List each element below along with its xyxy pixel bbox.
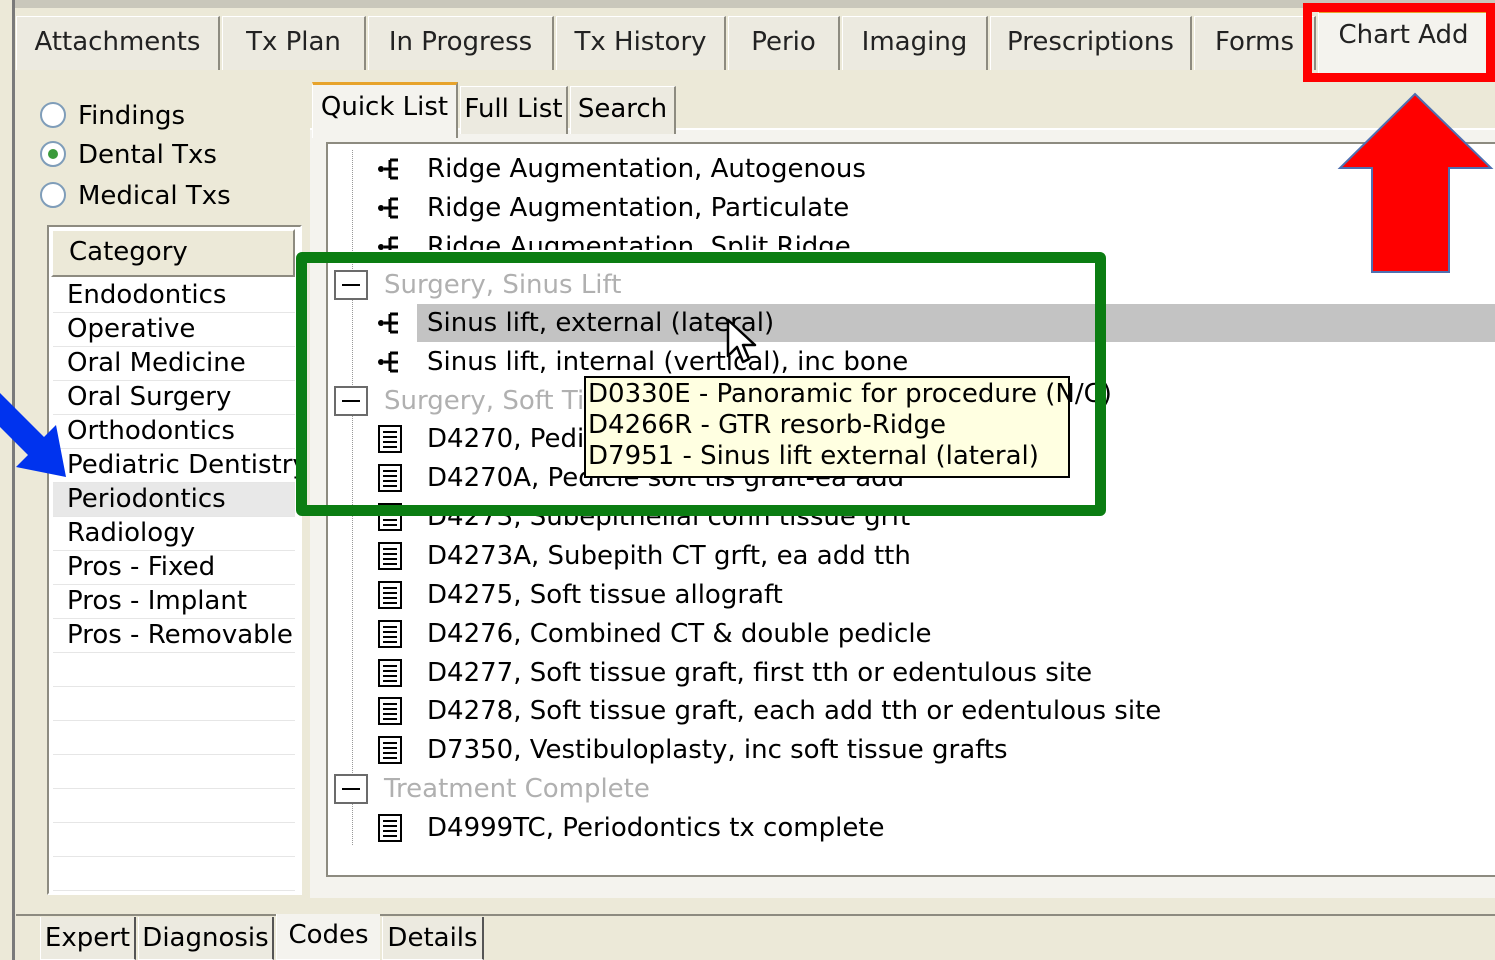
tree-item-label: Ridge Augmentation, Autogenous — [427, 154, 866, 184]
procedure-group-icon — [378, 158, 398, 180]
tree-item-label: D4273A, Subepith CT grft, ea add tth — [427, 541, 911, 571]
radio-button[interactable] — [40, 141, 66, 167]
tab-search[interactable]: Search — [570, 86, 676, 134]
tree-item[interactable]: D4999TC, Periodontics tx complete — [360, 809, 1495, 847]
category-empty-row — [53, 687, 295, 721]
radio-button[interactable] — [40, 182, 66, 208]
procedure-code-icon — [378, 736, 402, 764]
tab-quick-list[interactable]: Quick List — [312, 82, 458, 138]
radio-label: Medical Txs — [78, 181, 231, 211]
tab-codes[interactable]: Codes — [276, 914, 380, 960]
tree-item-label: D4278, Soft tissue graft, each add tth o… — [427, 696, 1162, 726]
radio-label: Findings — [78, 101, 186, 131]
category-item-radiology[interactable]: Radiology — [53, 517, 295, 551]
category-item-operative[interactable]: Operative — [53, 313, 295, 347]
category-item-pros-implant[interactable]: Pros - Implant — [53, 585, 295, 619]
radio-label: Dental Txs — [78, 140, 217, 170]
procedure-group-icon — [378, 197, 398, 219]
tree-item-label: D4275, Soft tissue allograft — [427, 580, 783, 610]
tree-item-label: D4277, Soft tissue graft, first tth or e… — [427, 658, 1093, 688]
tab-imaging[interactable]: Imaging — [842, 16, 988, 70]
category-empty-row — [53, 755, 295, 789]
tree-item[interactable]: Ridge Augmentation, Autogenous — [360, 150, 1495, 188]
tab-tx-plan[interactable]: Tx Plan — [222, 16, 366, 70]
tree-item[interactable]: D4278, Soft tissue graft, each add tth o… — [360, 692, 1495, 730]
tab-attachments[interactable]: Attachments — [16, 16, 220, 70]
category-item-oral-surgery[interactable]: Oral Surgery — [53, 381, 295, 415]
category-item-orthodontics[interactable]: Orthodontics — [53, 415, 295, 449]
category-item-pros-fixed[interactable]: Pros - Fixed — [53, 551, 295, 585]
top-tab-strip: Attachments Tx Plan In Progress Tx Histo… — [16, 10, 1495, 74]
procedure-code-icon — [378, 581, 402, 609]
tree-item[interactable]: D4275, Soft tissue allograft — [360, 576, 1495, 614]
tree-item-label: D4999TC, Periodontics tx complete — [427, 813, 885, 843]
category-item-oral-medicine[interactable]: Oral Medicine — [53, 347, 295, 381]
tab-full-list[interactable]: Full List — [460, 86, 568, 134]
collapse-icon[interactable] — [334, 774, 368, 804]
category-empty-row — [53, 653, 295, 687]
tab-prescriptions[interactable]: Prescriptions — [990, 16, 1192, 70]
tab-in-progress[interactable]: In Progress — [368, 16, 554, 70]
procedure-code-icon — [378, 542, 402, 570]
category-item-endodontics[interactable]: Endodontics — [53, 279, 295, 313]
tree-item-label: D4276, Combined CT & double pedicle — [427, 619, 932, 649]
category-empty-row — [53, 789, 295, 823]
window-top-frame — [12, 0, 1495, 8]
red-up-arrow-icon — [1337, 92, 1494, 273]
highlight-annotation-box — [296, 252, 1106, 516]
tree-item[interactable]: D4277, Soft tissue graft, first tth or e… — [360, 654, 1495, 692]
category-header[interactable]: Category — [51, 229, 295, 277]
tree-item[interactable]: Ridge Augmentation, Particulate — [360, 189, 1495, 227]
tab-diagnosis[interactable]: Diagnosis — [138, 917, 274, 960]
blue-pointer-arrow-icon — [0, 393, 66, 477]
category-list[interactable]: Category Endodontics Operative Oral Medi… — [47, 225, 308, 895]
tree-item-label: D7350, Vestibuloplasty, inc soft tissue … — [427, 735, 1008, 765]
tree-item-label: Ridge Augmentation, Particulate — [427, 193, 850, 223]
category-item-pediatric-dentistry[interactable]: Pediatric Dentistry — [53, 449, 308, 483]
tree-group-label: Treatment Complete — [384, 774, 650, 804]
procedure-code-icon — [378, 659, 402, 687]
tree-item-label: Ridge Augmentation, Split Ridge — [427, 232, 851, 250]
tab-forms[interactable]: Forms — [1194, 16, 1316, 70]
radio-button[interactable] — [40, 102, 66, 128]
tab-details[interactable]: Details — [382, 917, 484, 960]
category-empty-row — [53, 857, 295, 891]
category-item-pros-removable[interactable]: Pros - Removable — [53, 619, 295, 653]
category-empty-row — [53, 823, 295, 857]
tree-item[interactable]: D4276, Combined CT & double pedicle — [360, 615, 1495, 653]
tab-perio[interactable]: Perio — [728, 16, 840, 70]
procedure-group-icon — [378, 236, 398, 250]
tree-item[interactable]: D7350, Vestibuloplasty, inc soft tissue … — [360, 731, 1495, 769]
bottom-tab-line — [16, 914, 1495, 916]
chart-add-annotation-box — [1303, 3, 1495, 82]
tab-expert[interactable]: Expert — [40, 917, 136, 960]
category-item-periodontics[interactable]: Periodontics — [53, 483, 295, 517]
tab-tx-history[interactable]: Tx History — [556, 16, 726, 70]
category-empty-row — [53, 721, 295, 755]
procedure-code-icon — [378, 697, 402, 725]
tree-item[interactable]: D4273A, Subepith CT grft, ea add tth — [360, 537, 1495, 575]
tree-item[interactable]: Ridge Augmentation, Split Ridge — [360, 228, 1495, 250]
procedure-code-icon — [378, 814, 402, 842]
procedure-code-icon — [378, 620, 402, 648]
